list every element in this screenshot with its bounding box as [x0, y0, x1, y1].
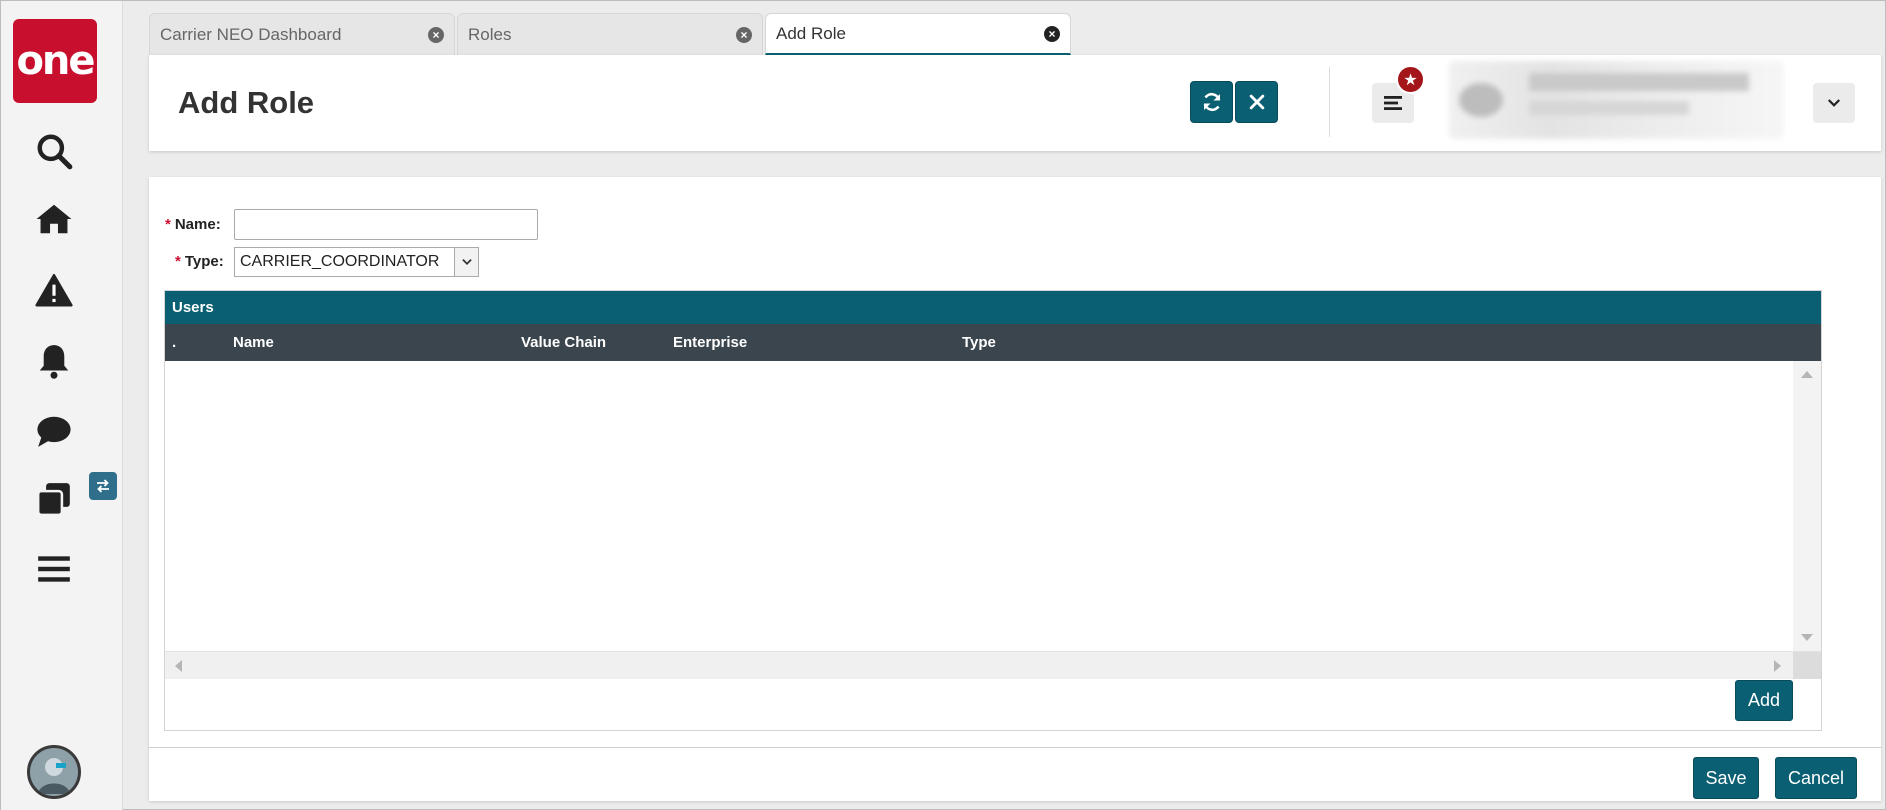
name-field-row: * Name:	[165, 216, 221, 233]
search-icon[interactable]	[34, 131, 74, 171]
page-header: Add Role ★	[149, 55, 1881, 151]
hamburger-icon	[1384, 96, 1402, 110]
column-header-enterprise[interactable]: Enterprise	[673, 334, 747, 351]
chevron-down-icon	[1827, 99, 1841, 107]
vertical-scrollbar[interactable]	[1793, 361, 1821, 651]
tab-carrier-neo-dashboard[interactable]: Carrier NEO Dashboard ×	[149, 13, 455, 55]
hamburger-icon[interactable]	[34, 549, 74, 589]
tab-add-role[interactable]: Add Role ×	[765, 13, 1071, 55]
name-label: Name:	[174, 216, 221, 233]
tab-roles[interactable]: Roles ×	[457, 13, 763, 55]
one-logo[interactable]: one	[13, 19, 97, 103]
column-header-select[interactable]: .	[172, 334, 176, 351]
tab-bar: Carrier NEO Dashboard × Roles × Add Role…	[149, 13, 1073, 55]
column-header-name[interactable]: Name	[233, 334, 274, 351]
refresh-button[interactable]	[1190, 81, 1233, 123]
bell-icon[interactable]	[34, 341, 74, 381]
swap-icon[interactable]	[89, 472, 117, 500]
tab-label: Roles	[468, 24, 512, 44]
refresh-icon	[1203, 92, 1220, 112]
user-menu-expand-button[interactable]	[1813, 83, 1855, 123]
chat-icon[interactable]	[34, 411, 74, 451]
horizontal-scrollbar[interactable]	[165, 651, 1821, 679]
scroll-corner	[1793, 652, 1821, 679]
tab-label: Add Role	[776, 23, 846, 43]
column-header-type[interactable]: Type	[962, 334, 996, 351]
header-divider	[1329, 67, 1330, 137]
cancel-button[interactable]: Cancel	[1775, 757, 1857, 799]
scroll-right-icon[interactable]	[1774, 660, 1781, 672]
footer-divider	[149, 747, 1881, 748]
type-selected-value: CARRIER_COORDINATOR	[240, 253, 440, 270]
name-input[interactable]	[234, 209, 538, 240]
type-field-row: * Type:	[175, 253, 224, 270]
users-panel-title: Users	[165, 291, 1821, 324]
home-icon[interactable]	[34, 199, 74, 239]
avatar[interactable]	[27, 745, 81, 799]
star-icon: ★	[1396, 65, 1425, 94]
users-grid-header: . Name Value Chain Enterprise Type	[165, 324, 1821, 361]
close-icon	[1249, 94, 1264, 110]
warning-icon[interactable]	[34, 271, 74, 311]
type-label: Type:	[184, 253, 224, 270]
scroll-down-icon[interactable]	[1801, 634, 1813, 641]
chevron-down-icon[interactable]	[454, 248, 478, 276]
add-user-button[interactable]: Add	[1735, 680, 1793, 721]
close-icon[interactable]: ×	[1044, 25, 1060, 42]
scroll-up-icon[interactable]	[1801, 371, 1813, 378]
add-role-form-card: * Name: * Type: CARRIER_COORDINATOR User…	[149, 177, 1881, 801]
copy-icon[interactable]	[34, 479, 74, 519]
user-info-blurred[interactable]	[1449, 61, 1784, 139]
side-navigation: one	[1, 1, 123, 810]
save-button[interactable]: Save	[1693, 757, 1759, 799]
page-title: Add Role	[178, 85, 315, 120]
close-icon[interactable]: ×	[428, 26, 444, 43]
scroll-left-icon[interactable]	[175, 660, 182, 672]
required-marker: *	[165, 216, 171, 233]
tab-label: Carrier NEO Dashboard	[160, 24, 342, 44]
type-select[interactable]: CARRIER_COORDINATOR	[234, 247, 479, 277]
close-icon[interactable]: ×	[736, 26, 752, 43]
close-page-button[interactable]	[1235, 81, 1278, 123]
column-header-value-chain[interactable]: Value Chain	[521, 334, 606, 351]
required-marker: *	[175, 253, 181, 270]
users-grid-body	[165, 361, 1821, 651]
users-panel: Users . Name Value Chain Enterprise Type…	[164, 290, 1822, 731]
